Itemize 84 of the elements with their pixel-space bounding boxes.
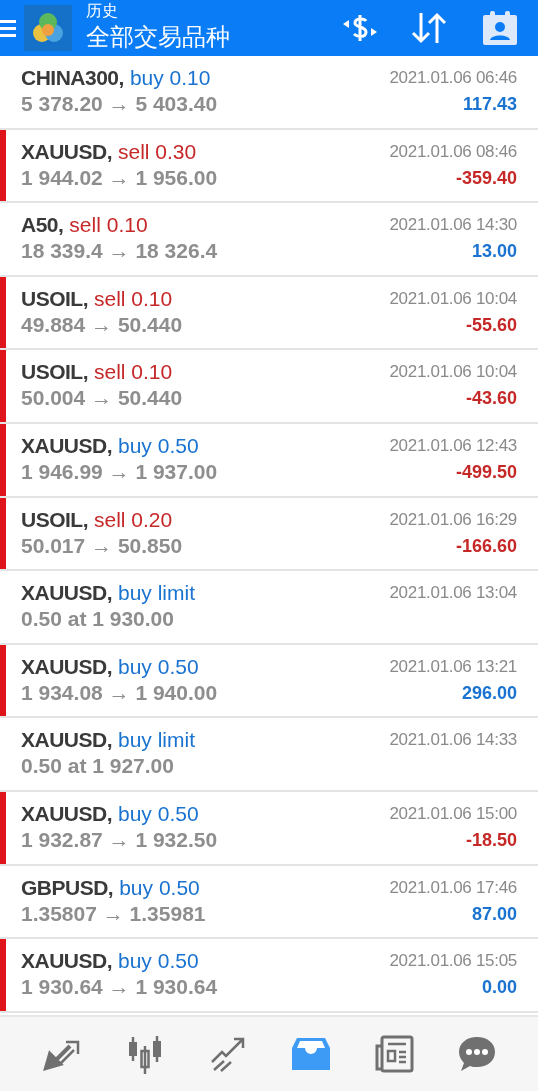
trade-time: 2021.01.06 10:04 <box>389 361 517 384</box>
screen-title: 历史 <box>86 3 119 19</box>
order-type: buy 0.50 <box>119 874 200 901</box>
symbol-name: USOIL, <box>21 285 88 312</box>
price-range: 1 934.08 → 1 940.00 <box>21 679 219 706</box>
price-range: 18 339.4 → 18 326.4 <box>21 238 219 265</box>
symbol-name: CHINA300, <box>21 65 124 91</box>
price-range: 5 378.20 → 5 403.40 <box>21 91 219 117</box>
profit-value: -166.60 <box>455 534 517 558</box>
symbol-name: XAUUSD, <box>21 800 112 827</box>
trade-row[interactable]: USOIL, sell 0.10 49.884 → 50.440 2021.01.06 10:04 -55.60 <box>0 276 538 351</box>
profit-value: 13.00 <box>471 240 517 264</box>
price-range: 49.884 → 50.440 <box>21 311 184 338</box>
order-type: buy 0.50 <box>118 948 199 975</box>
symbol-name: XAUUSD, <box>21 432 112 459</box>
newspaper-icon[interactable] <box>373 1034 414 1074</box>
order-type: buy 0.50 <box>118 800 199 827</box>
chat-bubble-icon[interactable] <box>456 1034 497 1074</box>
trade-time: 2021.01.06 15:00 <box>389 802 517 825</box>
trade-time: 2021.01.06 14:30 <box>389 214 517 237</box>
trade-time: 2021.01.06 10:04 <box>389 287 517 310</box>
trade-time: 2021.01.06 13:04 <box>389 582 517 605</box>
order-type: sell 0.10 <box>94 359 173 386</box>
order-type: sell 0.10 <box>69 212 148 239</box>
symbol-filter[interactable]: 全部交易品种 <box>86 25 230 49</box>
profit-value: 296.00 <box>461 681 517 705</box>
symbol-name: GBPUSD, <box>21 874 114 901</box>
price-range: 0.50 at 1 927.00 <box>21 753 175 780</box>
price-range: 1 946.99 → 1 937.00 <box>21 458 219 485</box>
trade-row[interactable]: GBPUSD, buy 0.50 1.35807 → 1.35981 2021.01.06 17:46 87.00 <box>0 865 538 940</box>
symbol-name: XAUUSD, <box>21 948 112 975</box>
symbol-name: XAUUSD, <box>21 727 112 754</box>
trade-row[interactable]: XAUUSD, buy 0.50 1 932.87 → 1 932.50 2021.01.06 15:00 -18.50 <box>0 791 538 866</box>
price-range: 1.35807 → 1.35981 <box>21 900 207 927</box>
symbol-name: XAUUSD, <box>21 653 112 680</box>
trade-row[interactable]: USOIL, sell 0.20 50.017 → 50.850 2021.01.06 16:29 -166.60 <box>0 497 538 572</box>
trade-row[interactable]: XAUUSD, buy 0.50 1 934.08 → 1 940.00 2021.01.06 13:21 296.00 <box>0 644 538 719</box>
profit-value: -499.50 <box>455 460 517 484</box>
symbol-name: XAUUSD, <box>21 580 112 607</box>
profit-value: -18.50 <box>465 828 517 852</box>
trade-row[interactable]: XAUUSD, buy 0.50 1 930.64 → 1 930.64 2021.01.06 15:05 0.00 <box>0 939 538 1013</box>
order-type: sell 0.10 <box>94 285 173 312</box>
order-type: buy limit <box>118 727 196 754</box>
order-type: sell 0.20 <box>94 506 173 533</box>
trade-time: 2021.01.06 16:29 <box>389 508 517 531</box>
price-range: 50.004 → 50.440 <box>21 385 184 412</box>
symbol-name: USOIL, <box>21 506 88 533</box>
price-range: 50.017 → 50.850 <box>21 532 184 559</box>
trade-time: 2021.01.06 17:46 <box>389 876 517 899</box>
profit-value: -359.40 <box>455 166 517 190</box>
trade-time: 2021.01.06 14:33 <box>389 729 517 752</box>
order-type: buy 0.50 <box>118 653 199 680</box>
order-type: buy 0.50 <box>118 432 199 459</box>
menu-icon[interactable] <box>0 18 16 38</box>
profit-value: -43.60 <box>465 387 517 411</box>
trade-row[interactable]: XAUUSD, sell 0.30 1 944.02 → 1 956.00 2021.01.06 08:46 -359.40 <box>0 129 538 204</box>
price-range: 1 930.64 → 1 930.64 <box>21 974 219 1001</box>
profit-value: -55.60 <box>465 313 517 337</box>
order-type: buy 0.10 <box>129 65 211 91</box>
trade-time: 2021.01.06 15:05 <box>389 950 517 973</box>
trade-time: 2021.01.06 06:46 <box>389 67 517 89</box>
order-type: sell 0.30 <box>118 138 197 165</box>
symbol-name: USOIL, <box>21 359 88 386</box>
trade-row[interactable]: A50, sell 0.10 18 339.4 → 18 326.4 2021.01.06 14:30 13.00 <box>0 203 538 277</box>
trade-time: 2021.01.06 13:21 <box>389 655 517 678</box>
profit-value: 87.00 <box>471 902 517 926</box>
trade-row[interactable]: XAUUSD, buy 0.50 1 946.99 → 1 937.00 2021.01.06 12:43 -499.50 <box>0 423 538 498</box>
price-range: 1 932.87 → 1 932.50 <box>21 826 219 853</box>
symbol-name: A50, <box>21 212 64 239</box>
trade-row[interactable]: USOIL, sell 0.10 50.004 → 50.440 2021.01.06 10:04 -43.60 <box>0 350 538 424</box>
order-type: buy limit <box>118 580 196 607</box>
trade-time: 2021.01.06 12:43 <box>389 434 517 457</box>
sort-icon[interactable] <box>410 11 448 45</box>
app-logo-icon <box>24 5 72 51</box>
trade-row[interactable]: XAUUSD, buy limit 0.50 at 1 930.00 2021.01.06 13:04 <box>0 571 538 645</box>
trade-row[interactable]: CHINA300, buy 0.10 5 378.20 → 5 403.40 2021.01.06 06:46 117.43 <box>0 56 538 130</box>
trade-row[interactable]: XAUUSD, buy limit 0.50 at 1 927.00 2021.01.06 14:33 <box>0 718 538 792</box>
profit-value: 117.43 <box>462 93 517 116</box>
trade-time: 2021.01.06 08:46 <box>389 140 517 163</box>
symbol-name: XAUUSD, <box>21 138 112 165</box>
profit-value: 0.00 <box>481 976 517 1000</box>
price-range: 0.50 at 1 930.00 <box>21 606 175 633</box>
contact-calendar-icon[interactable] <box>482 10 518 46</box>
price-range: 1 944.02 → 1 956.00 <box>21 164 219 191</box>
